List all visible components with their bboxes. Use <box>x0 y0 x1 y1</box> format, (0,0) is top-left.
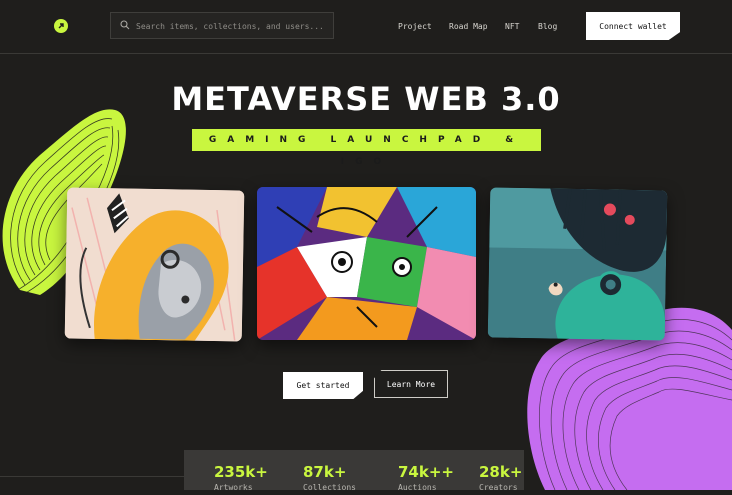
stat-creators: 28k+ Creators <box>479 463 522 495</box>
search-box[interactable] <box>110 12 334 39</box>
logo-icon[interactable] <box>54 19 68 33</box>
nav-nft[interactable]: NFT <box>505 22 519 31</box>
stats-bar: 235k+ Artworks 87k+ Collections 74k++ Au… <box>184 450 524 492</box>
get-started-button[interactable]: Get started <box>283 372 363 399</box>
stat-label: Auctions <box>398 483 437 492</box>
stat-label: Collections <box>303 483 356 492</box>
hero-title: METAVERSE WEB 3.0 <box>171 80 561 118</box>
stat-value: 28k+ <box>479 463 523 481</box>
learn-more-button[interactable]: Learn More <box>374 370 448 398</box>
connect-wallet-button[interactable]: Connect wallet <box>586 12 680 40</box>
search-icon <box>120 20 130 30</box>
stat-value: 74k++ <box>398 463 454 481</box>
stat-artworks: 235k+ Artworks <box>214 463 268 495</box>
portrait-artwork-1[interactable] <box>64 187 245 342</box>
stat-label: Artworks <box>214 483 253 492</box>
stat-collections: 87k+ Collections <box>303 463 356 495</box>
divider <box>0 476 184 477</box>
nav-blog[interactable]: Blog <box>538 22 557 31</box>
stat-value: 235k+ <box>214 463 268 481</box>
abstract-cubist-artwork[interactable] <box>257 187 476 340</box>
nav-road-map[interactable]: Road Map <box>449 22 488 31</box>
stat-value: 87k+ <box>303 463 347 481</box>
search-input[interactable] <box>136 18 326 34</box>
stat-auctions: 74k++ Auctions <box>398 463 454 495</box>
stat-label: Creators <box>479 483 518 492</box>
nav-project[interactable]: Project <box>398 22 432 31</box>
green-astronaut-artwork[interactable] <box>487 187 668 341</box>
hero-subtitle-banner: GAMING LAUNCHPAD & IGO <box>192 129 541 167</box>
